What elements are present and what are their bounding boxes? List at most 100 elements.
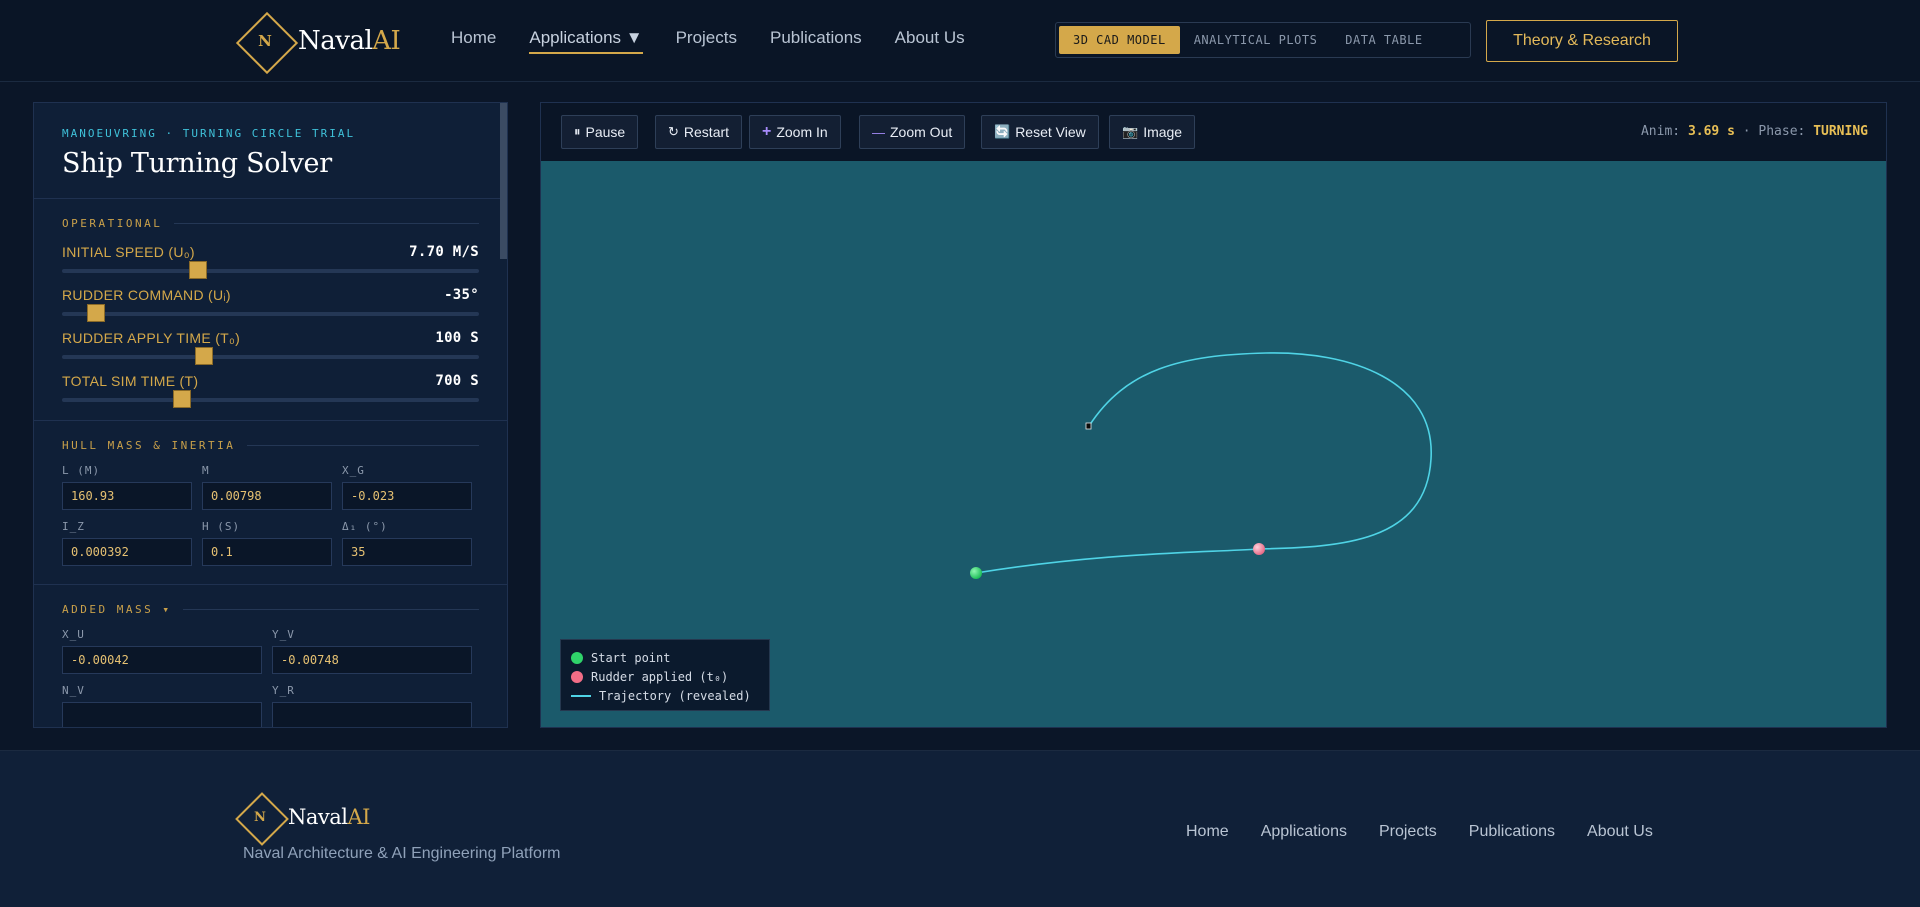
legend-trajectory: Trajectory (revealed) bbox=[571, 686, 759, 705]
footer-nav-applications[interactable]: Applications bbox=[1261, 823, 1347, 841]
simulation-viewer: ⏸ Pause ↻ Restart + Zoom In — Zoom Out 🔄 Rese… bbox=[540, 102, 1887, 728]
legend-label: Trajectory (revealed) bbox=[599, 688, 751, 703]
rudder-apply-time-slider: RUDDER APPLY TIME (T₀) 100 S bbox=[62, 330, 479, 365]
footer-nav-home[interactable]: Home bbox=[1186, 823, 1229, 841]
brand-logo[interactable]: N NavalAI bbox=[234, 10, 401, 72]
anim-label: Anim: bbox=[1640, 124, 1681, 139]
nav-projects[interactable]: Projects bbox=[676, 28, 737, 54]
field-h: H (S) 0.1 bbox=[202, 520, 332, 566]
section-divider bbox=[34, 584, 507, 585]
image-button[interactable]: 📷 Image bbox=[1109, 115, 1196, 149]
field-label: N_V bbox=[62, 684, 85, 697]
footer-nav-publications[interactable]: Publications bbox=[1469, 823, 1555, 841]
slider-value: 7.70 M/S bbox=[409, 244, 479, 260]
view-analytical-plots[interactable]: ANALYTICAL PLOTS bbox=[1180, 26, 1332, 54]
pause-icon: ⏸ bbox=[574, 124, 581, 139]
yr-input[interactable] bbox=[272, 702, 472, 727]
added-mass-fields: X_U -0.00042 Y_V -0.00748 N_V Y_R bbox=[62, 628, 479, 727]
slider-track[interactable] bbox=[62, 390, 479, 408]
viewer-toolbar: ⏸ Pause ↻ Restart + Zoom In — Zoom Out 🔄 Rese… bbox=[541, 103, 1886, 161]
footer-brand-name: NavalAI bbox=[288, 805, 370, 829]
slider-label: RUDDER COMMAND (Uᵢ) bbox=[62, 287, 231, 303]
field-yr: Y_R bbox=[272, 684, 472, 727]
field-m: M 0.00798 bbox=[202, 464, 332, 510]
panel-title: Ship Turning Solver bbox=[62, 148, 332, 179]
footer-logo[interactable]: N NavalAI bbox=[234, 791, 370, 843]
xg-input[interactable]: -0.023 bbox=[342, 482, 472, 510]
field-l: L (M) 160.93 bbox=[62, 464, 192, 510]
slider-track[interactable] bbox=[62, 261, 479, 279]
legend-label: Rudder applied (t₀) bbox=[591, 669, 729, 684]
nav-home[interactable]: Home bbox=[451, 28, 496, 54]
yv-input[interactable]: -0.00748 bbox=[272, 646, 472, 674]
nav-applications[interactable]: Applications ▼ bbox=[529, 28, 643, 54]
trajectory-path bbox=[975, 352, 1432, 574]
trajectory-legend: Start point Rudder applied (t₀) Trajecto… bbox=[560, 639, 770, 711]
theory-research-button[interactable]: Theory & Research bbox=[1486, 20, 1678, 62]
hull-fields: L (M) 160.93 M 0.00798 X_G -0.023 I_Z 0.0003… bbox=[62, 464, 479, 566]
xu-input[interactable]: -0.00042 bbox=[62, 646, 262, 674]
field-label: M bbox=[202, 464, 210, 477]
total-sim-time-slider: TOTAL SIM TIME (T) 700 S bbox=[62, 373, 479, 408]
reset-view-button[interactable]: 🔄 Reset View bbox=[981, 115, 1099, 149]
camera-icon: 📷 bbox=[1122, 124, 1139, 139]
restart-button[interactable]: ↻ Restart bbox=[655, 115, 743, 149]
button-label: Reset View bbox=[1015, 124, 1086, 140]
panel-scrollbar[interactable] bbox=[500, 103, 507, 259]
field-xu: X_U -0.00042 bbox=[62, 628, 262, 674]
slider-thumb[interactable] bbox=[194, 347, 213, 365]
button-label: Pause bbox=[585, 124, 626, 140]
zoom-in-button[interactable]: + Zoom In bbox=[749, 115, 841, 149]
zoom-out-button[interactable]: — Zoom Out bbox=[859, 115, 966, 149]
legend-label: Start point bbox=[591, 650, 671, 665]
view-3d-cad-model[interactable]: 3D CAD MODEL bbox=[1059, 26, 1180, 54]
logo-letter: N bbox=[258, 32, 272, 50]
field-xg: X_G -0.023 bbox=[342, 464, 472, 510]
h-input[interactable]: 0.1 bbox=[202, 538, 332, 566]
l-input[interactable]: 160.93 bbox=[62, 482, 192, 510]
rudder-command-slider: RUDDER COMMAND (Uᵢ) -35° bbox=[62, 287, 479, 322]
slider-thumb[interactable] bbox=[173, 390, 192, 408]
line-icon bbox=[571, 694, 591, 697]
added-mass-section: ADDED MASS ▾ X_U -0.00042 Y_V -0.00748 N_V… bbox=[34, 603, 507, 727]
pause-button[interactable]: ⏸ Pause bbox=[561, 115, 639, 149]
field-label: L (M) bbox=[62, 464, 101, 477]
field-yv: Y_V -0.00748 bbox=[272, 628, 472, 674]
slider-value: 100 S bbox=[435, 330, 479, 346]
green-dot-icon bbox=[571, 651, 583, 664]
button-label: Restart bbox=[683, 124, 730, 140]
restart-icon: ↻ bbox=[668, 124, 679, 139]
brand-name: NavalAI bbox=[298, 26, 401, 56]
logo-letter: N bbox=[254, 809, 266, 825]
added-mass-label[interactable]: ADDED MASS ▾ bbox=[62, 603, 479, 616]
delta-input[interactable]: 35 bbox=[342, 538, 472, 566]
brand-name-main: Naval bbox=[288, 805, 348, 829]
view-data-table[interactable]: DATA TABLE bbox=[1331, 26, 1436, 54]
footer-nav-projects[interactable]: Projects bbox=[1379, 823, 1437, 841]
field-label: Y_V bbox=[272, 628, 295, 641]
diamond-logo-icon: N bbox=[234, 791, 286, 843]
field-label: Δ₁ (°) bbox=[342, 520, 388, 533]
field-label: Y_R bbox=[272, 684, 295, 697]
slider-track[interactable] bbox=[62, 347, 479, 365]
brand-name-ai: AI bbox=[347, 805, 371, 829]
solver-panel: MANOEUVRING · TURNING CIRCLE TRIAL Ship … bbox=[33, 102, 508, 728]
slider-track[interactable] bbox=[62, 304, 479, 322]
field-nv: N_V bbox=[62, 684, 262, 727]
panel-header: MANOEUVRING · TURNING CIRCLE TRIAL Ship … bbox=[34, 103, 507, 199]
slider-thumb[interactable] bbox=[188, 261, 207, 279]
slider-label: TOTAL SIM TIME (T) bbox=[62, 373, 199, 389]
slider-thumb[interactable] bbox=[87, 304, 106, 322]
nav-about-us[interactable]: About Us bbox=[895, 28, 965, 54]
trajectory-canvas[interactable]: Start point Rudder applied (t₀) Trajecto… bbox=[541, 161, 1886, 727]
iz-input[interactable]: 0.000392 bbox=[62, 538, 192, 566]
field-label: I_Z bbox=[62, 520, 85, 533]
footer-nav-about-us[interactable]: About Us bbox=[1587, 823, 1653, 841]
anim-status: Anim: 3.69 s · Phase: TURNING bbox=[1641, 124, 1868, 139]
button-label: Image bbox=[1143, 124, 1183, 140]
nv-input[interactable] bbox=[62, 702, 262, 727]
pink-dot-icon bbox=[571, 670, 583, 683]
m-input[interactable]: 0.00798 bbox=[202, 482, 332, 510]
field-label: H (S) bbox=[202, 520, 241, 533]
nav-publications[interactable]: Publications bbox=[770, 28, 862, 54]
